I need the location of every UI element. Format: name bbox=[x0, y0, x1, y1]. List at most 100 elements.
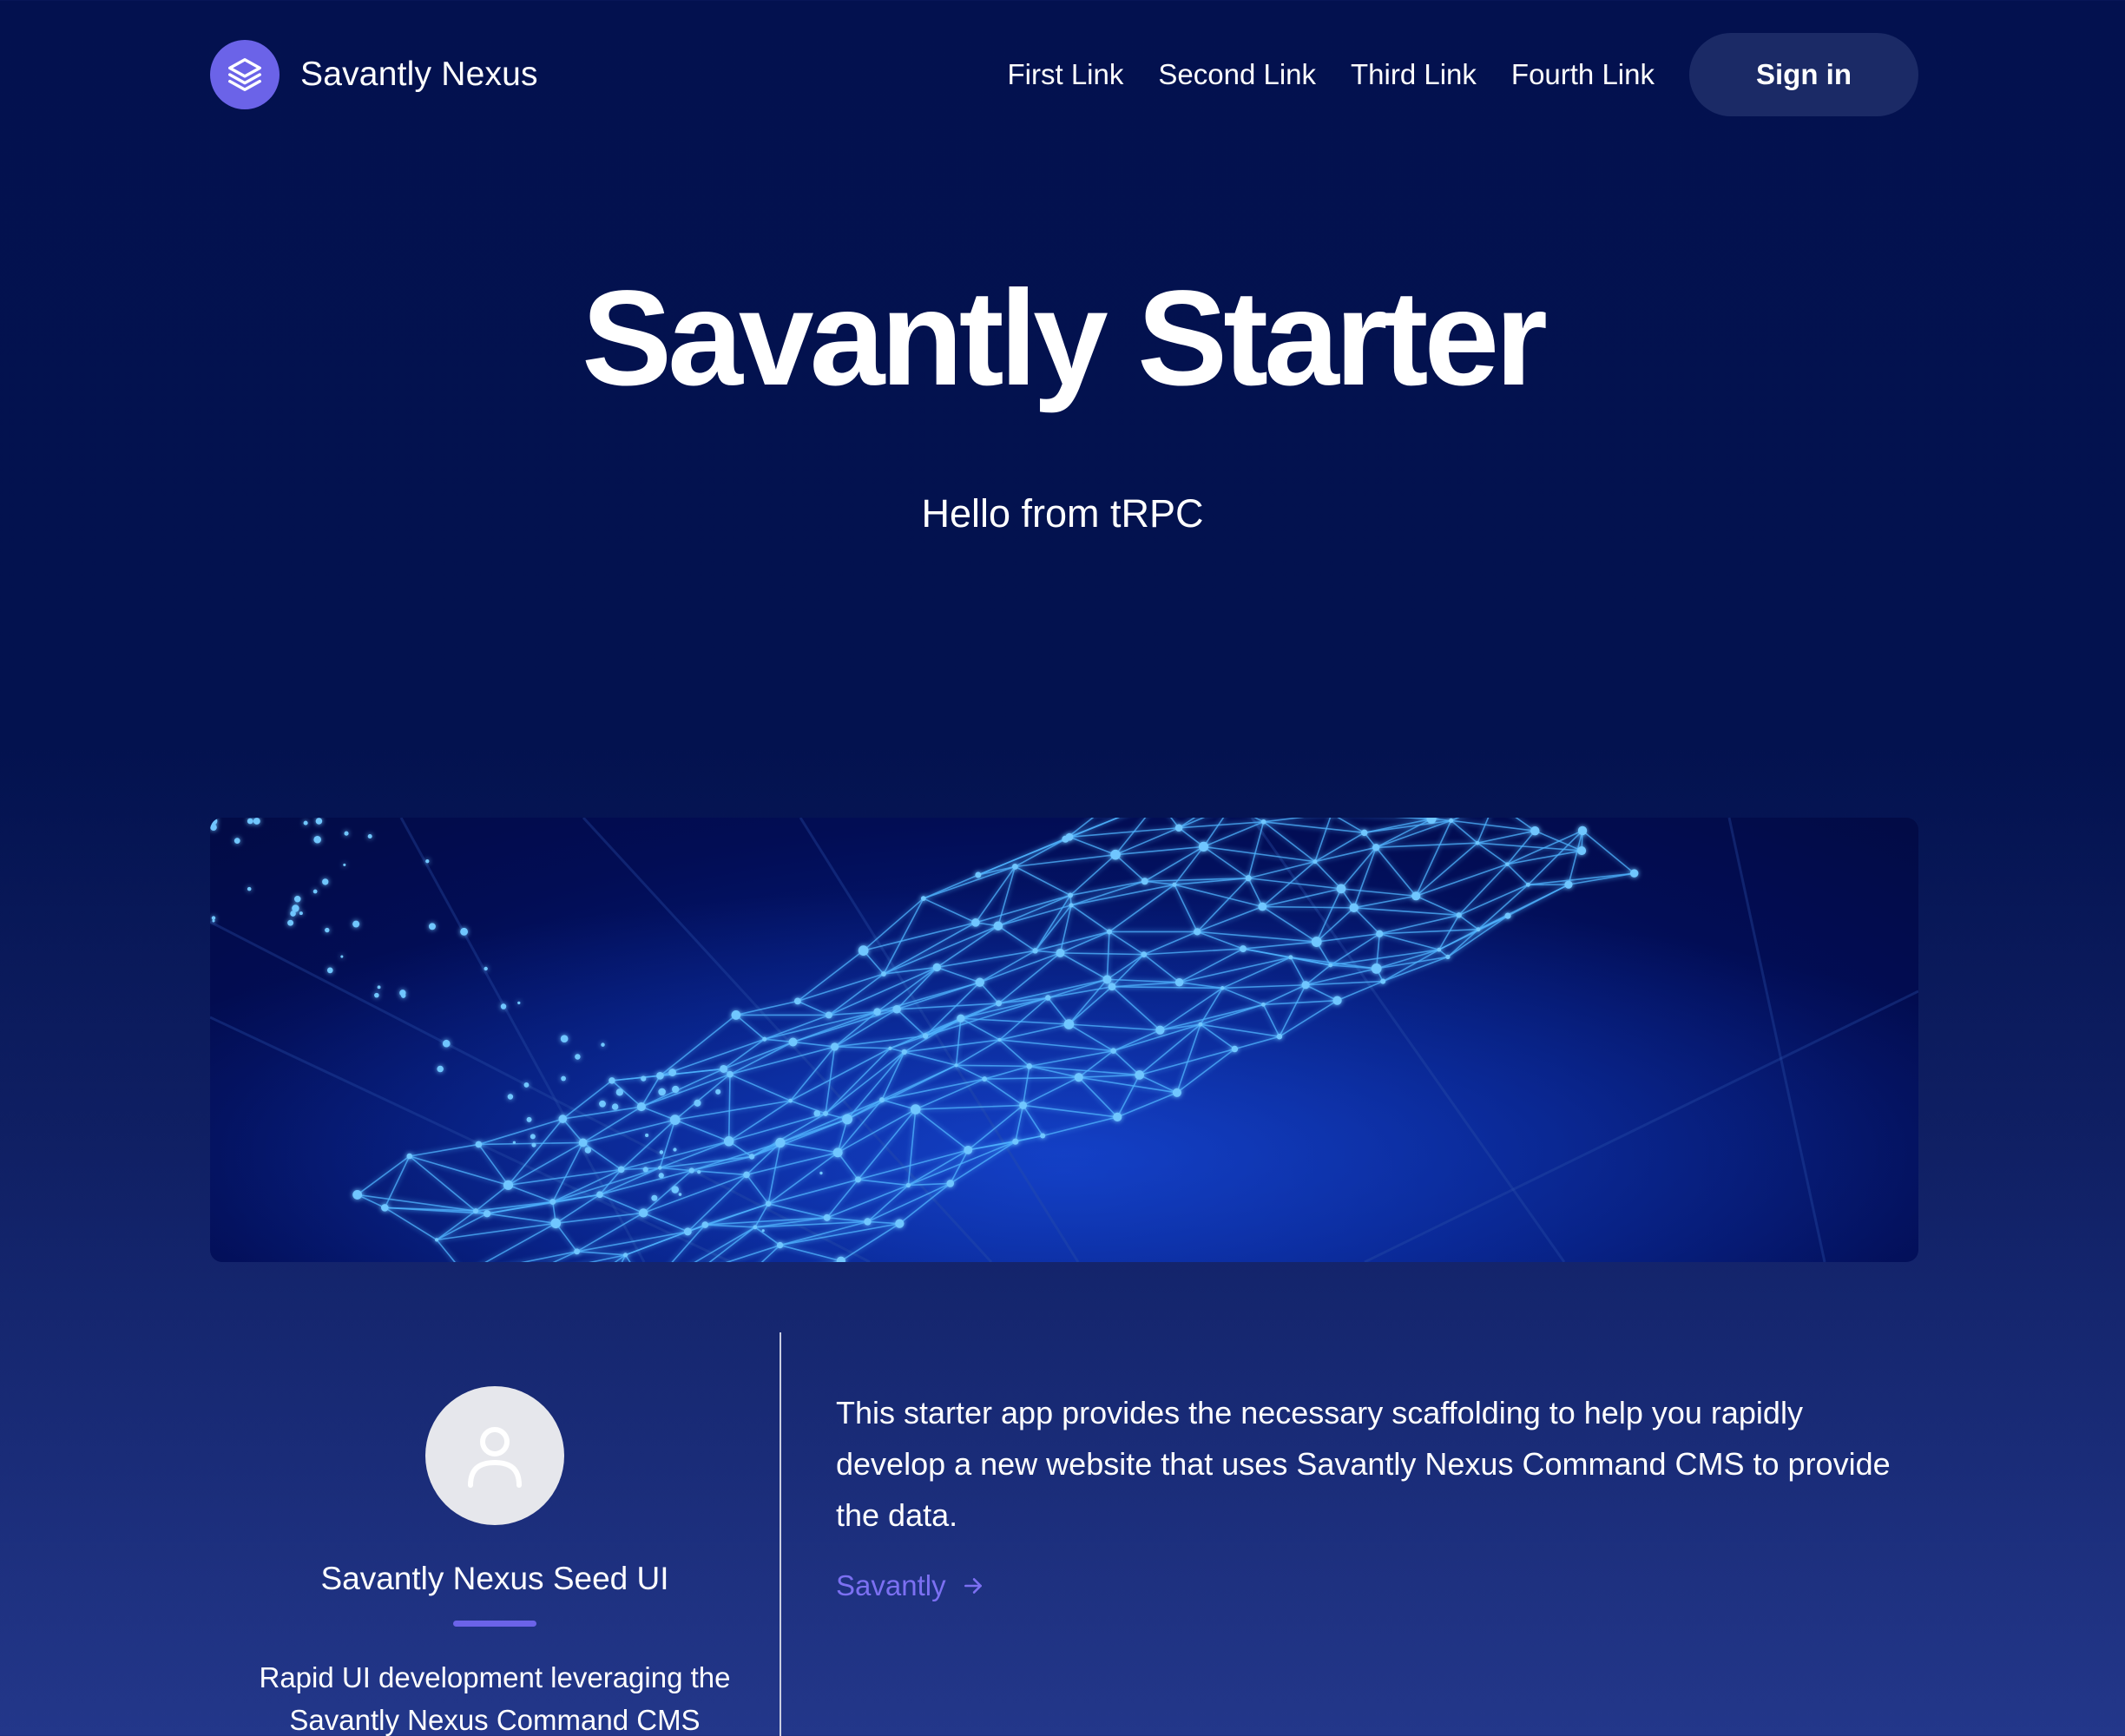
particle-dot bbox=[429, 923, 436, 930]
mesh-node bbox=[946, 1180, 955, 1187]
mesh-node bbox=[1141, 951, 1148, 957]
mesh-node bbox=[995, 1000, 1003, 1007]
mesh-node bbox=[873, 1008, 881, 1016]
mesh-node bbox=[1504, 912, 1511, 919]
mesh-node bbox=[776, 1241, 784, 1249]
mesh-node bbox=[639, 1208, 648, 1218]
particle-dot bbox=[322, 878, 329, 885]
particle-dot bbox=[611, 1103, 619, 1110]
mesh-node bbox=[483, 1210, 491, 1218]
particle-dot bbox=[484, 966, 488, 971]
particle-dot bbox=[460, 927, 469, 936]
particle-dot bbox=[671, 1186, 680, 1194]
mesh-node bbox=[381, 1204, 389, 1212]
particle-dot bbox=[253, 818, 260, 825]
mesh-node bbox=[832, 1147, 843, 1158]
savantly-link[interactable]: Savantly bbox=[836, 1569, 984, 1602]
user-icon bbox=[425, 1386, 564, 1525]
particle-dot bbox=[234, 838, 240, 844]
mesh-node bbox=[578, 1138, 588, 1147]
particle-dot bbox=[641, 1075, 647, 1082]
mesh-node bbox=[1172, 882, 1177, 887]
particle-dot bbox=[367, 833, 372, 839]
mesh-node bbox=[1056, 948, 1065, 957]
mesh-node bbox=[1198, 1022, 1203, 1027]
mesh-node bbox=[842, 1114, 853, 1125]
mesh-node bbox=[1045, 995, 1051, 1001]
mesh-node bbox=[823, 1110, 828, 1116]
mesh-node bbox=[1040, 1133, 1046, 1139]
mesh-node bbox=[1475, 840, 1480, 845]
mesh-node bbox=[1349, 903, 1359, 913]
mesh-node bbox=[864, 1218, 872, 1226]
vertical-divider bbox=[780, 1332, 781, 1736]
brand-name: Savantly Nexus bbox=[300, 56, 538, 93]
nav-link-second[interactable]: Second Link bbox=[1158, 58, 1316, 91]
sign-in-button[interactable]: Sign in bbox=[1689, 33, 1918, 116]
mesh-node bbox=[1220, 986, 1225, 990]
brand[interactable]: Savantly Nexus bbox=[210, 40, 538, 109]
mesh-node bbox=[558, 1115, 568, 1123]
mesh-node bbox=[1194, 928, 1201, 936]
nav-link-fourth[interactable]: Fourth Link bbox=[1511, 58, 1655, 91]
mesh-node bbox=[922, 1033, 929, 1039]
mesh-node bbox=[1564, 880, 1573, 889]
mesh-node bbox=[1328, 963, 1333, 968]
particle-dot bbox=[678, 1193, 682, 1196]
savantly-link-label: Savantly bbox=[836, 1569, 946, 1601]
particle-dot bbox=[813, 1110, 820, 1117]
mesh-node bbox=[1113, 1112, 1122, 1121]
mesh-node bbox=[825, 1011, 832, 1019]
mesh-node bbox=[1301, 981, 1310, 990]
mesh-node bbox=[1068, 892, 1074, 898]
mesh-node bbox=[762, 1036, 767, 1042]
mesh-node bbox=[881, 971, 886, 976]
mesh-node bbox=[895, 1219, 905, 1228]
mesh-node bbox=[1360, 829, 1368, 837]
mesh-node bbox=[1437, 947, 1442, 952]
mesh-node bbox=[997, 1037, 1002, 1042]
mesh-node bbox=[788, 1037, 798, 1047]
particle-dot bbox=[575, 1054, 581, 1060]
particle-dot bbox=[526, 1116, 532, 1122]
mesh-node bbox=[1336, 884, 1346, 894]
particle-dot bbox=[287, 919, 294, 926]
particle-dot bbox=[500, 1003, 507, 1009]
mesh-node bbox=[473, 1208, 479, 1214]
mesh-node bbox=[878, 1097, 885, 1103]
particle-dot bbox=[530, 1134, 536, 1140]
profile-card: Savantly Nexus Seed UI Rapid UI developm… bbox=[210, 1332, 780, 1736]
mesh-node bbox=[1311, 937, 1322, 947]
mesh-node bbox=[1445, 954, 1451, 960]
mesh-node bbox=[858, 945, 869, 956]
particle-dot bbox=[517, 1001, 521, 1005]
particle-dot bbox=[561, 1075, 566, 1082]
mesh-node bbox=[1525, 882, 1530, 887]
particle-dot bbox=[425, 859, 430, 864]
nav-link-first[interactable]: First Link bbox=[1008, 58, 1124, 91]
mesh-node bbox=[1276, 1033, 1283, 1040]
nav-link-third[interactable]: Third Link bbox=[1351, 58, 1477, 91]
mesh-node bbox=[617, 1166, 625, 1174]
particle-dot bbox=[584, 1147, 592, 1154]
mesh-node bbox=[1260, 819, 1266, 825]
mesh-node bbox=[830, 1042, 839, 1051]
particle-dot bbox=[399, 990, 406, 996]
particle-dot bbox=[352, 920, 360, 928]
particle-dot bbox=[377, 985, 381, 990]
mesh-node bbox=[657, 1166, 662, 1170]
particle-dot bbox=[560, 1035, 569, 1043]
mesh-node bbox=[954, 1063, 958, 1068]
mesh-node bbox=[1312, 859, 1318, 865]
particle-dot bbox=[442, 1039, 451, 1048]
mesh-node bbox=[932, 963, 942, 972]
mesh-line bbox=[956, 1064, 1030, 1068]
mesh-node bbox=[1198, 841, 1209, 852]
particle-dot bbox=[293, 896, 301, 903]
particle-dot bbox=[212, 919, 215, 923]
particle-dot bbox=[651, 1194, 658, 1201]
mesh-node bbox=[1019, 1101, 1028, 1109]
mesh-node bbox=[993, 921, 1003, 930]
mesh-node bbox=[1411, 891, 1421, 901]
particle-dot bbox=[247, 886, 252, 891]
